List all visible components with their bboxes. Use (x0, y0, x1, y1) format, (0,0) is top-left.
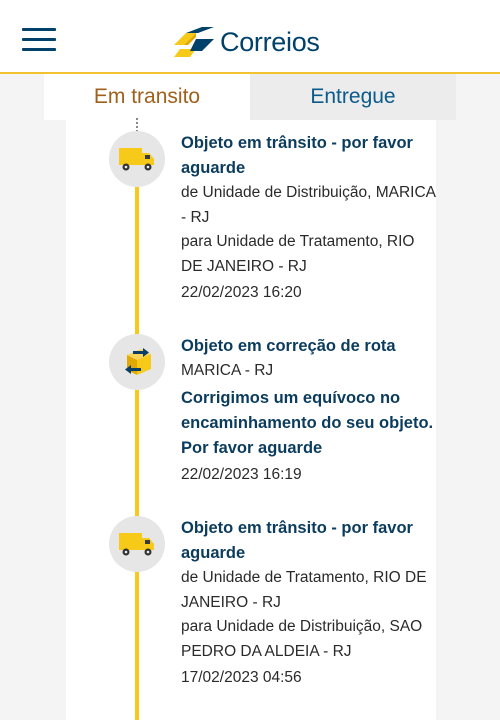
event-origin: de Unidade de Distribuição, MARICA - RJ (181, 184, 436, 226)
tracking-event: Objeto em trânsito - por favor aguarde d… (181, 516, 436, 691)
event-note: Corrigimos um equívoco no encaminhamento… (181, 388, 434, 457)
event-destination: para Unidade de Distribuição, SAO PEDRO … (181, 618, 423, 660)
tab-em-transito[interactable]: Em transito (44, 74, 250, 120)
event-datetime: 22/02/2023 16:19 (181, 465, 302, 483)
timeline-dots (136, 118, 138, 132)
event-datetime: 22/02/2023 16:20 (181, 284, 302, 301)
tab-entregue[interactable]: Entregue (250, 74, 456, 120)
status-tabs: Em transito Entregue (44, 74, 456, 120)
correios-logo: Correios (172, 22, 320, 62)
tracking-event: Objeto em trânsito - por favor aguarde d… (181, 131, 436, 306)
event-location: MARICA - RJ (181, 362, 274, 379)
event-destination: para Unidade de Tratamento, RIO DE JANEI… (181, 233, 415, 275)
event-title: Objeto em correção de rota (181, 337, 396, 355)
hamburger-menu-icon[interactable] (22, 28, 56, 52)
app-header: Correios (0, 0, 500, 74)
logo-text: Correios (220, 26, 320, 57)
route-correction-icon (109, 334, 165, 390)
event-title: Objeto em trânsito - por favor aguarde (181, 134, 413, 177)
event-origin: de Unidade de Tratamento, RIO DE JANEIRO… (181, 569, 427, 611)
truck-icon (109, 516, 165, 572)
tracking-event: Objeto em correção de rota MARICA - RJ C… (181, 334, 436, 487)
event-datetime: 17/02/2023 04:56 (181, 669, 302, 686)
correios-logo-icon (174, 27, 214, 57)
event-title: Objeto em trânsito - por favor aguarde (181, 519, 413, 562)
timeline-rail (135, 150, 139, 720)
truck-icon (109, 131, 165, 187)
